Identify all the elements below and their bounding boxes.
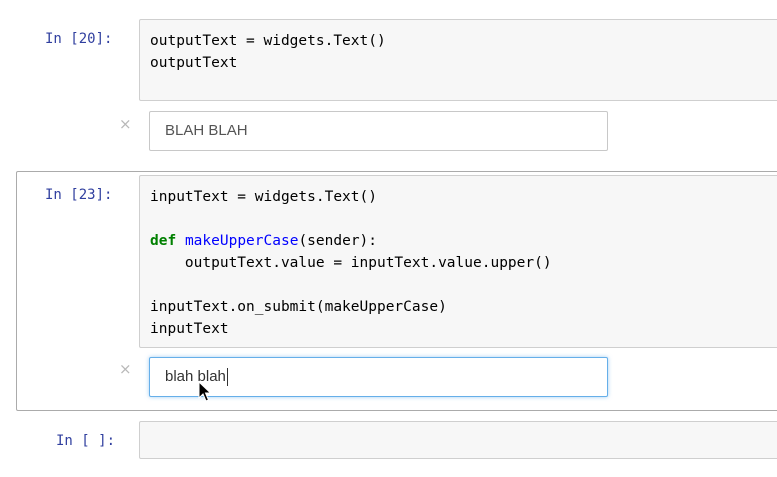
input-prompt: In [23]: <box>45 187 113 203</box>
text-widget-output[interactable]: BLAH BLAH <box>149 111 608 151</box>
code-text: inputText = widgets.Text() def makeUpper… <box>150 189 552 337</box>
text-caret <box>226 368 228 387</box>
text-widget-input[interactable]: blah blah <box>149 357 608 397</box>
close-icon[interactable]: × <box>119 360 132 378</box>
code-editor[interactable]: inputText = widgets.Text() def makeUpper… <box>139 175 777 348</box>
input-prompt: In [20]: <box>45 31 113 47</box>
widget-value: BLAH BLAH <box>165 122 248 139</box>
widget-value: blah blah <box>165 368 226 385</box>
mouse-cursor-icon <box>198 381 212 402</box>
close-icon[interactable]: × <box>119 115 132 133</box>
code-editor-empty[interactable] <box>139 421 777 459</box>
input-prompt: In [ ]: <box>56 433 116 449</box>
code-editor[interactable]: outputText = widgets.Text() outputText <box>139 19 777 101</box>
code-text: outputText = widgets.Text() outputText <box>150 33 386 71</box>
